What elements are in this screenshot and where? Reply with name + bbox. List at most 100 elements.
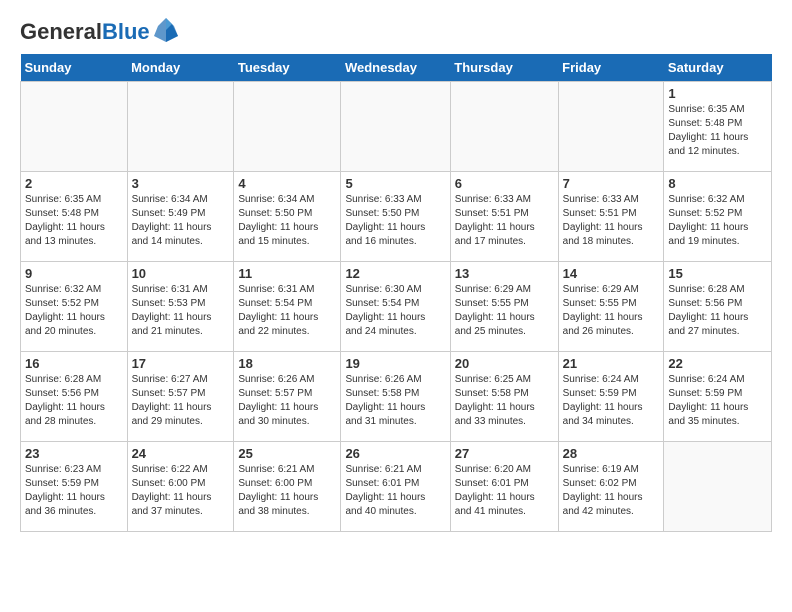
- day-number: 27: [455, 446, 554, 461]
- calendar-cell: 19 Sunrise: 6:26 AM Sunset: 5:58 PM Dayli…: [341, 352, 450, 442]
- day-info: Sunrise: 6:32 AM Sunset: 5:52 PM Dayligh…: [25, 283, 123, 339]
- day-info: Sunrise: 6:28 AM Sunset: 5:56 PM Dayligh…: [668, 283, 767, 339]
- day-number: 4: [238, 176, 336, 191]
- calendar-cell: 17 Sunrise: 6:27 AM Sunset: 5:57 PM Dayli…: [127, 352, 234, 442]
- day-info: Sunrise: 6:24 AM Sunset: 5:59 PM Dayligh…: [668, 373, 767, 429]
- calendar-cell: 3 Sunrise: 6:34 AM Sunset: 5:49 PM Daylig…: [127, 172, 234, 262]
- calendar-week-2: 2 Sunrise: 6:35 AM Sunset: 5:48 PM Daylig…: [21, 172, 772, 262]
- calendar-cell: 14 Sunrise: 6:29 AM Sunset: 5:55 PM Dayli…: [558, 262, 664, 352]
- logo-text: GeneralBlue: [20, 20, 150, 44]
- day-info: Sunrise: 6:34 AM Sunset: 5:50 PM Dayligh…: [238, 193, 336, 249]
- day-number: 25: [238, 446, 336, 461]
- day-number: 6: [455, 176, 554, 191]
- calendar-cell: [21, 82, 128, 172]
- day-info: Sunrise: 6:19 AM Sunset: 6:02 PM Dayligh…: [563, 463, 660, 519]
- day-number: 22: [668, 356, 767, 371]
- day-info: Sunrise: 6:33 AM Sunset: 5:51 PM Dayligh…: [455, 193, 554, 249]
- calendar-cell: 24 Sunrise: 6:22 AM Sunset: 6:00 PM Dayli…: [127, 442, 234, 532]
- calendar-cell: 27 Sunrise: 6:20 AM Sunset: 6:01 PM Dayli…: [450, 442, 558, 532]
- day-number: 11: [238, 266, 336, 281]
- calendar-week-1: 1 Sunrise: 6:35 AM Sunset: 5:48 PM Daylig…: [21, 82, 772, 172]
- calendar-cell: 18 Sunrise: 6:26 AM Sunset: 5:57 PM Dayli…: [234, 352, 341, 442]
- calendar-cell: [664, 442, 772, 532]
- day-info: Sunrise: 6:26 AM Sunset: 5:58 PM Dayligh…: [345, 373, 445, 429]
- day-info: Sunrise: 6:21 AM Sunset: 6:01 PM Dayligh…: [345, 463, 445, 519]
- day-number: 12: [345, 266, 445, 281]
- day-info: Sunrise: 6:22 AM Sunset: 6:00 PM Dayligh…: [132, 463, 230, 519]
- day-number: 14: [563, 266, 660, 281]
- day-info: Sunrise: 6:20 AM Sunset: 6:01 PM Dayligh…: [455, 463, 554, 519]
- calendar-cell: 23 Sunrise: 6:23 AM Sunset: 5:59 PM Dayli…: [21, 442, 128, 532]
- calendar-cell: 21Sunrise: 6:24 AM Sunset: 5:59 PM Dayli…: [558, 352, 664, 442]
- day-number: 7: [563, 176, 660, 191]
- day-number: 19: [345, 356, 445, 371]
- calendar-week-5: 23 Sunrise: 6:23 AM Sunset: 5:59 PM Dayli…: [21, 442, 772, 532]
- day-info: Sunrise: 6:21 AM Sunset: 6:00 PM Dayligh…: [238, 463, 336, 519]
- calendar-cell: [127, 82, 234, 172]
- weekday-header-tuesday: Tuesday: [234, 54, 341, 82]
- calendar-cell: 7Sunrise: 6:33 AM Sunset: 5:51 PM Daylig…: [558, 172, 664, 262]
- day-number: 17: [132, 356, 230, 371]
- day-number: 16: [25, 356, 123, 371]
- day-number: 5: [345, 176, 445, 191]
- calendar-cell: 13 Sunrise: 6:29 AM Sunset: 5:55 PM Dayli…: [450, 262, 558, 352]
- day-number: 3: [132, 176, 230, 191]
- calendar-cell: [558, 82, 664, 172]
- day-info: Sunrise: 6:33 AM Sunset: 5:50 PM Dayligh…: [345, 193, 445, 249]
- day-info: Sunrise: 6:28 AM Sunset: 5:56 PM Dayligh…: [25, 373, 123, 429]
- day-number: 24: [132, 446, 230, 461]
- weekday-header-wednesday: Wednesday: [341, 54, 450, 82]
- day-info: Sunrise: 6:32 AM Sunset: 5:52 PM Dayligh…: [668, 193, 767, 249]
- day-number: 28: [563, 446, 660, 461]
- calendar-cell: 12 Sunrise: 6:30 AM Sunset: 5:54 PM Dayli…: [341, 262, 450, 352]
- logo: GeneralBlue: [20, 20, 180, 44]
- day-info: Sunrise: 6:35 AM Sunset: 5:48 PM Dayligh…: [25, 193, 123, 249]
- page-header: GeneralBlue: [20, 20, 772, 44]
- day-number: 8: [668, 176, 767, 191]
- calendar-cell: 8 Sunrise: 6:32 AM Sunset: 5:52 PM Daylig…: [664, 172, 772, 262]
- day-info: Sunrise: 6:24 AM Sunset: 5:59 PM Dayligh…: [563, 373, 660, 429]
- calendar-cell: [234, 82, 341, 172]
- weekday-header-thursday: Thursday: [450, 54, 558, 82]
- calendar-cell: 2 Sunrise: 6:35 AM Sunset: 5:48 PM Daylig…: [21, 172, 128, 262]
- calendar-cell: 25 Sunrise: 6:21 AM Sunset: 6:00 PM Dayli…: [234, 442, 341, 532]
- calendar-cell: 20 Sunrise: 6:25 AM Sunset: 5:58 PM Dayli…: [450, 352, 558, 442]
- day-info: Sunrise: 6:31 AM Sunset: 5:54 PM Dayligh…: [238, 283, 336, 339]
- weekday-header-friday: Friday: [558, 54, 664, 82]
- weekday-header-saturday: Saturday: [664, 54, 772, 82]
- weekday-header-sunday: Sunday: [21, 54, 128, 82]
- calendar-cell: 1 Sunrise: 6:35 AM Sunset: 5:48 PM Daylig…: [664, 82, 772, 172]
- logo-icon: [152, 16, 180, 44]
- calendar-week-4: 16 Sunrise: 6:28 AM Sunset: 5:56 PM Dayli…: [21, 352, 772, 442]
- day-info: Sunrise: 6:23 AM Sunset: 5:59 PM Dayligh…: [25, 463, 123, 519]
- day-number: 9: [25, 266, 123, 281]
- day-number: 23: [25, 446, 123, 461]
- day-number: 10: [132, 266, 230, 281]
- calendar-cell: 10 Sunrise: 6:31 AM Sunset: 5:53 PM Dayli…: [127, 262, 234, 352]
- day-number: 20: [455, 356, 554, 371]
- day-info: Sunrise: 6:29 AM Sunset: 5:55 PM Dayligh…: [455, 283, 554, 339]
- calendar-cell: [450, 82, 558, 172]
- day-info: Sunrise: 6:25 AM Sunset: 5:58 PM Dayligh…: [455, 373, 554, 429]
- calendar-table: SundayMondayTuesdayWednesdayThursdayFrid…: [20, 54, 772, 532]
- calendar-cell: 6 Sunrise: 6:33 AM Sunset: 5:51 PM Daylig…: [450, 172, 558, 262]
- day-number: 1: [668, 86, 767, 101]
- calendar-cell: 4 Sunrise: 6:34 AM Sunset: 5:50 PM Daylig…: [234, 172, 341, 262]
- day-number: 13: [455, 266, 554, 281]
- calendar-cell: 26 Sunrise: 6:21 AM Sunset: 6:01 PM Dayli…: [341, 442, 450, 532]
- day-info: Sunrise: 6:31 AM Sunset: 5:53 PM Dayligh…: [132, 283, 230, 339]
- weekday-header-monday: Monday: [127, 54, 234, 82]
- day-info: Sunrise: 6:30 AM Sunset: 5:54 PM Dayligh…: [345, 283, 445, 339]
- day-info: Sunrise: 6:27 AM Sunset: 5:57 PM Dayligh…: [132, 373, 230, 429]
- day-number: 18: [238, 356, 336, 371]
- calendar-cell: 22 Sunrise: 6:24 AM Sunset: 5:59 PM Dayli…: [664, 352, 772, 442]
- day-number: 26: [345, 446, 445, 461]
- day-number: 15: [668, 266, 767, 281]
- day-info: Sunrise: 6:29 AM Sunset: 5:55 PM Dayligh…: [563, 283, 660, 339]
- day-info: Sunrise: 6:26 AM Sunset: 5:57 PM Dayligh…: [238, 373, 336, 429]
- day-info: Sunrise: 6:34 AM Sunset: 5:49 PM Dayligh…: [132, 193, 230, 249]
- day-info: Sunrise: 6:35 AM Sunset: 5:48 PM Dayligh…: [668, 103, 767, 159]
- calendar-cell: 16 Sunrise: 6:28 AM Sunset: 5:56 PM Dayli…: [21, 352, 128, 442]
- calendar-week-3: 9 Sunrise: 6:32 AM Sunset: 5:52 PM Daylig…: [21, 262, 772, 352]
- day-number: 2: [25, 176, 123, 191]
